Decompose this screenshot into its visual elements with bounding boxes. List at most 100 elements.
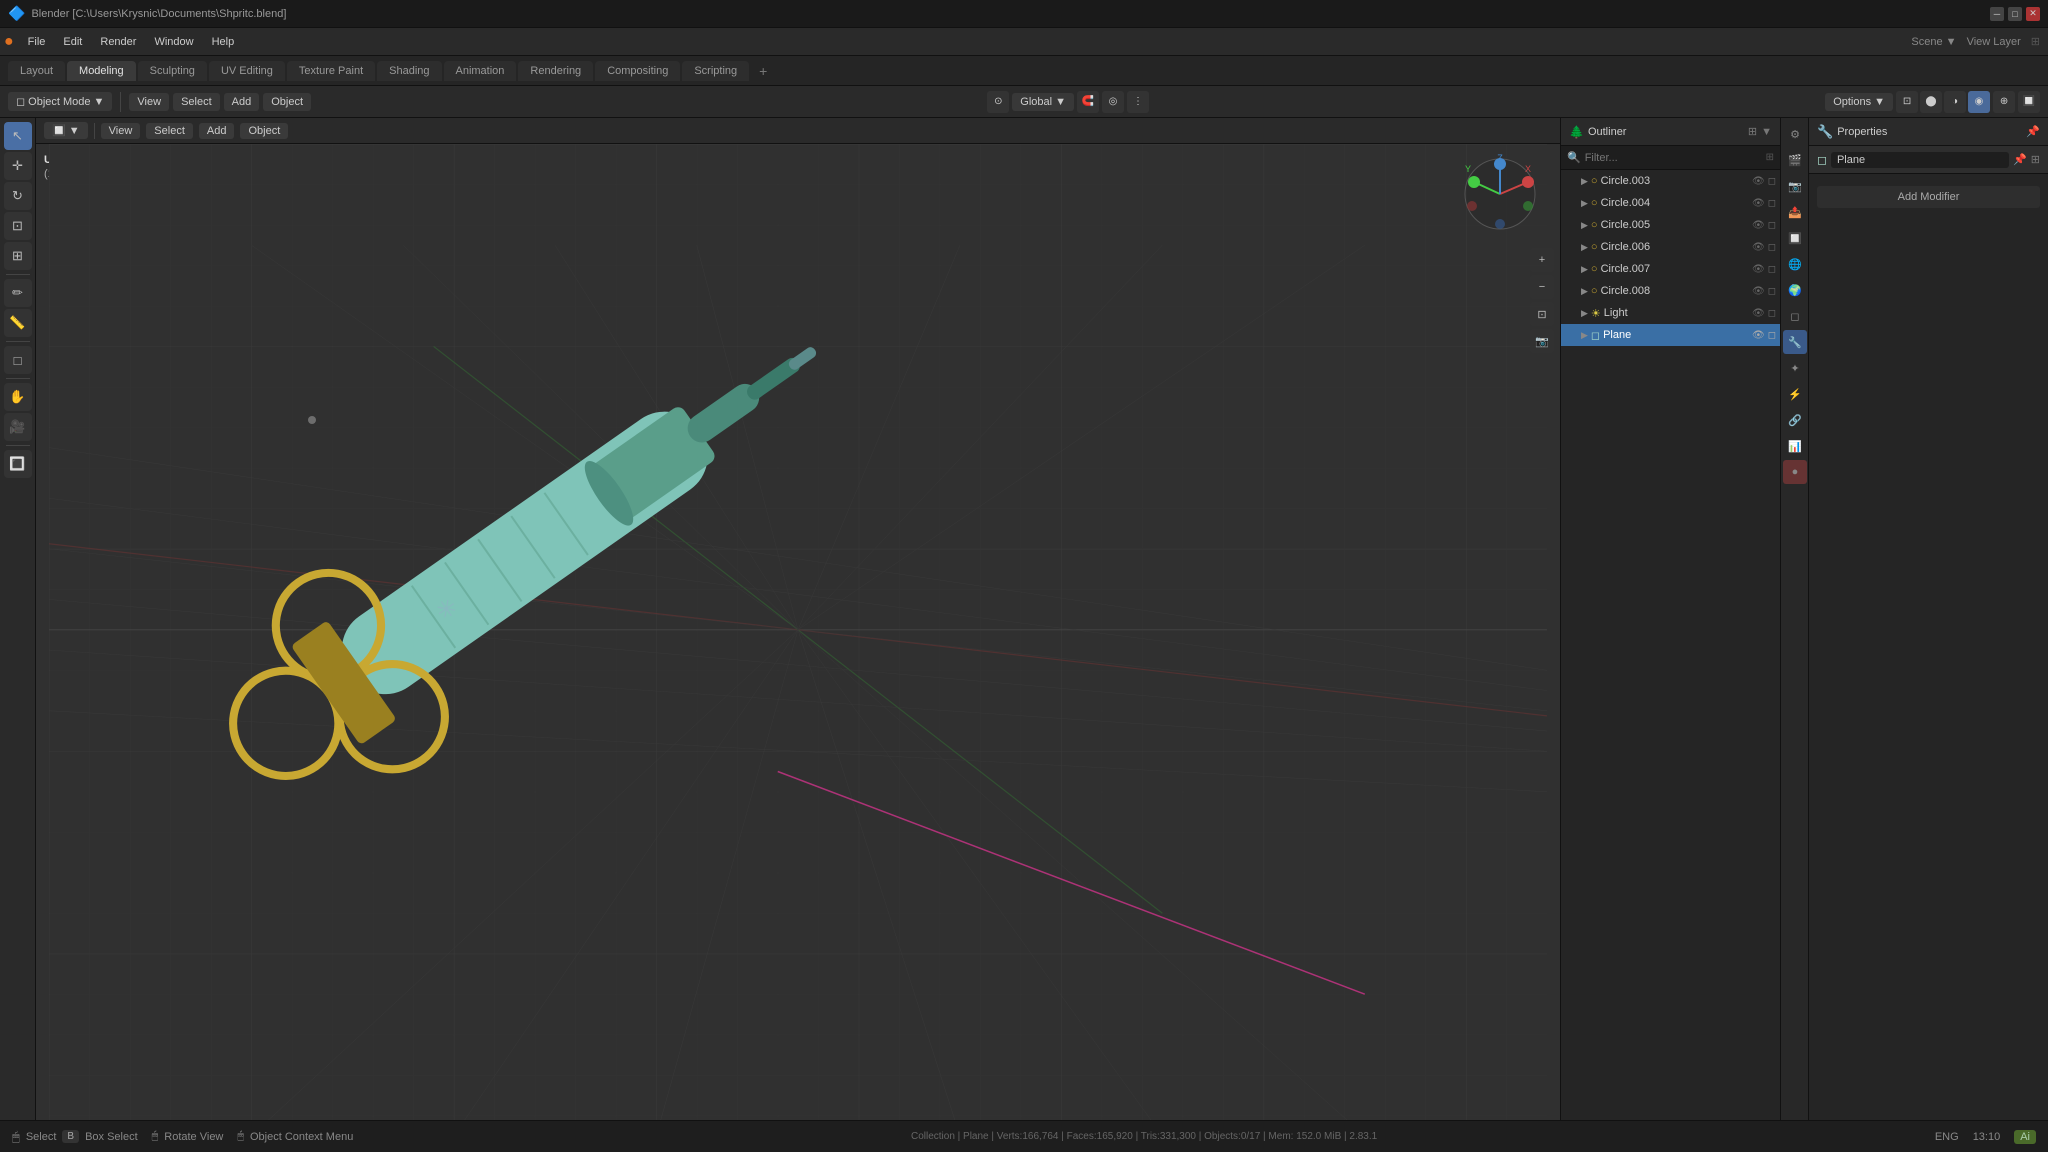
menu-window[interactable]: Window (146, 34, 201, 50)
tool-rotate[interactable]: ↻ (4, 182, 32, 210)
outliner-item[interactable]: ▶ ☀ Light 👁 ◻ (1561, 302, 1780, 324)
view-layer-label[interactable]: View Layer (1967, 36, 2021, 48)
camera-icon[interactable]: ◻ (1768, 286, 1776, 297)
shading-rendered[interactable]: ◉ (1968, 91, 1990, 113)
outliner-item[interactable]: ▶ ○ Circle.008 👁 ◻ (1561, 280, 1780, 302)
tool-cursor[interactable]: ↖ (4, 122, 32, 150)
camera-icon[interactable]: ◻ (1768, 264, 1776, 275)
shading-solid[interactable]: ⬤ (1920, 91, 1942, 113)
add-modifier-button[interactable]: Add Modifier (1817, 186, 2040, 208)
zoom-in-btn[interactable]: + (1530, 248, 1554, 272)
visibility-icon[interactable]: 👁 (1752, 220, 1765, 231)
tab-texture-paint[interactable]: Texture Paint (287, 61, 375, 81)
snap-toggle[interactable]: 🧲 (1077, 91, 1099, 113)
add-menu[interactable]: Add (224, 93, 260, 111)
custom-props-btn[interactable]: ⊞ (2031, 153, 2040, 166)
outliner-search-input[interactable] (1585, 152, 1762, 164)
gizmo-toggle[interactable]: 🔲 (2018, 91, 2040, 113)
add-workspace-button[interactable]: + (751, 61, 775, 81)
visibility-icon[interactable]: 👁 (1752, 308, 1765, 319)
zoom-out-btn[interactable]: − (1530, 275, 1554, 299)
outliner-item[interactable]: ▶ ○ Circle.007 👁 ◻ (1561, 258, 1780, 280)
toggle-camera[interactable]: 📷 (1530, 329, 1554, 353)
camera-icon[interactable]: ◻ (1768, 176, 1776, 187)
props-pin-btn[interactable]: 📌 (2026, 125, 2040, 138)
vp-editor-type[interactable]: 🔲 ▼ (44, 122, 88, 139)
props-tab-scene2[interactable]: 🌐 (1783, 252, 1807, 276)
visibility-icon[interactable]: 👁 (1752, 176, 1765, 187)
outliner-options-btn[interactable]: ▼ (1761, 126, 1772, 138)
props-tab-render[interactable]: 📷 (1783, 174, 1807, 198)
select-menu[interactable]: Select (173, 93, 220, 111)
outliner-item-active[interactable]: ▶ ◻ Plane 👁 ◻ (1561, 324, 1780, 346)
props-tab-data[interactable]: 📊 (1783, 434, 1807, 458)
object-menu[interactable]: Object (263, 93, 311, 111)
vp-view[interactable]: View (101, 123, 141, 139)
tool-move[interactable]: ✛ (4, 152, 32, 180)
transform-space[interactable]: Global ▼ (1012, 93, 1074, 111)
snap-icon[interactable]: ⋮ (1127, 91, 1149, 113)
camera-icon[interactable]: ◻ (1768, 198, 1776, 209)
tab-sculpting[interactable]: Sculpting (138, 61, 207, 81)
visibility-icon[interactable]: 👁 (1752, 264, 1765, 275)
tab-uv-editing[interactable]: UV Editing (209, 61, 285, 81)
object-name-field[interactable] (1831, 152, 2009, 168)
visibility-icon[interactable]: 👁 (1752, 286, 1765, 297)
props-tab-physics[interactable]: ⚡ (1783, 382, 1807, 406)
props-tab-output[interactable]: 📤 (1783, 200, 1807, 224)
tab-shading[interactable]: Shading (377, 61, 441, 81)
viewport-3d[interactable]: 🔲 ▼ View Select Add Object User Perspect… (36, 118, 1560, 1120)
tool-measure[interactable]: 📏 (4, 309, 32, 337)
shading-material[interactable]: ◑ (1944, 91, 1966, 113)
tool-camera[interactable]: 🎥 (4, 413, 32, 441)
tool-transform[interactable]: ⊞ (4, 242, 32, 270)
tool-add-cube[interactable]: □ (4, 346, 32, 374)
tool-hand[interactable]: ✋ (4, 383, 32, 411)
tab-scripting[interactable]: Scripting (682, 61, 749, 81)
tab-compositing[interactable]: Compositing (595, 61, 680, 81)
props-tab-scene[interactable]: 🎬 (1783, 148, 1807, 172)
props-tab-active-tool[interactable]: ⚙ (1783, 122, 1807, 146)
outliner-item[interactable]: ▶ ○ Circle.005 👁 ◻ (1561, 214, 1780, 236)
camera-icon[interactable]: ◻ (1768, 242, 1776, 253)
props-tab-material[interactable]: ● (1783, 460, 1807, 484)
props-tab-object[interactable]: ◻ (1783, 304, 1807, 328)
mode-selector[interactable]: ◻ Object Mode ▼ (8, 92, 112, 111)
outliner-item[interactable]: ▶ ○ Circle.003 👁 ◻ (1561, 170, 1780, 192)
visibility-icon[interactable]: 👁 (1752, 198, 1765, 209)
camera-icon[interactable]: ◻ (1768, 308, 1776, 319)
tool-annotate[interactable]: ✏ (4, 279, 32, 307)
vp-select[interactable]: Select (146, 123, 193, 139)
tab-rendering[interactable]: Rendering (518, 61, 593, 81)
view-menu[interactable]: View (129, 93, 169, 111)
props-tab-constraints[interactable]: 🔗 (1783, 408, 1807, 432)
maximize-button[interactable]: □ (2008, 7, 2022, 21)
overlay-toggle[interactable]: ⊕ (1993, 91, 2015, 113)
view-layer-filter[interactable]: ⊞ (2031, 35, 2040, 48)
zoom-fit-btn[interactable]: ⊡ (1530, 302, 1554, 326)
visibility-icon[interactable]: 👁 (1752, 330, 1765, 341)
outliner-filter-btn[interactable]: ⊞ (1748, 125, 1757, 138)
close-button[interactable]: ✕ (2026, 7, 2040, 21)
tool-scale[interactable]: ⊡ (4, 212, 32, 240)
tab-layout[interactable]: Layout (8, 61, 65, 81)
visibility-icon[interactable]: 👁 (1752, 242, 1765, 253)
props-tab-modifier[interactable]: 🔧 (1783, 330, 1807, 354)
menu-help[interactable]: Help (204, 34, 243, 50)
pin-icon[interactable]: 📌 (2013, 153, 2027, 166)
props-tab-world[interactable]: 🌍 (1783, 278, 1807, 302)
menu-edit[interactable]: Edit (55, 34, 90, 50)
menu-file[interactable]: File (20, 34, 54, 50)
proportional-edit[interactable]: ◎ (1102, 91, 1124, 113)
camera-icon[interactable]: ◻ (1768, 220, 1776, 231)
options-btn[interactable]: Options ▼ (1825, 93, 1893, 111)
props-tab-particles[interactable]: ✦ (1783, 356, 1807, 380)
transform-pivot[interactable]: ⊙ (987, 91, 1009, 113)
scene-selector[interactable]: Scene ▼ (1911, 36, 1956, 48)
menu-render[interactable]: Render (92, 34, 144, 50)
tab-modeling[interactable]: Modeling (67, 61, 136, 81)
vp-add[interactable]: Add (199, 123, 235, 139)
shading-wireframe[interactable]: ⊡ (1896, 91, 1918, 113)
navigation-gizmo[interactable]: X Y Z (1460, 154, 1540, 234)
tab-animation[interactable]: Animation (444, 61, 517, 81)
